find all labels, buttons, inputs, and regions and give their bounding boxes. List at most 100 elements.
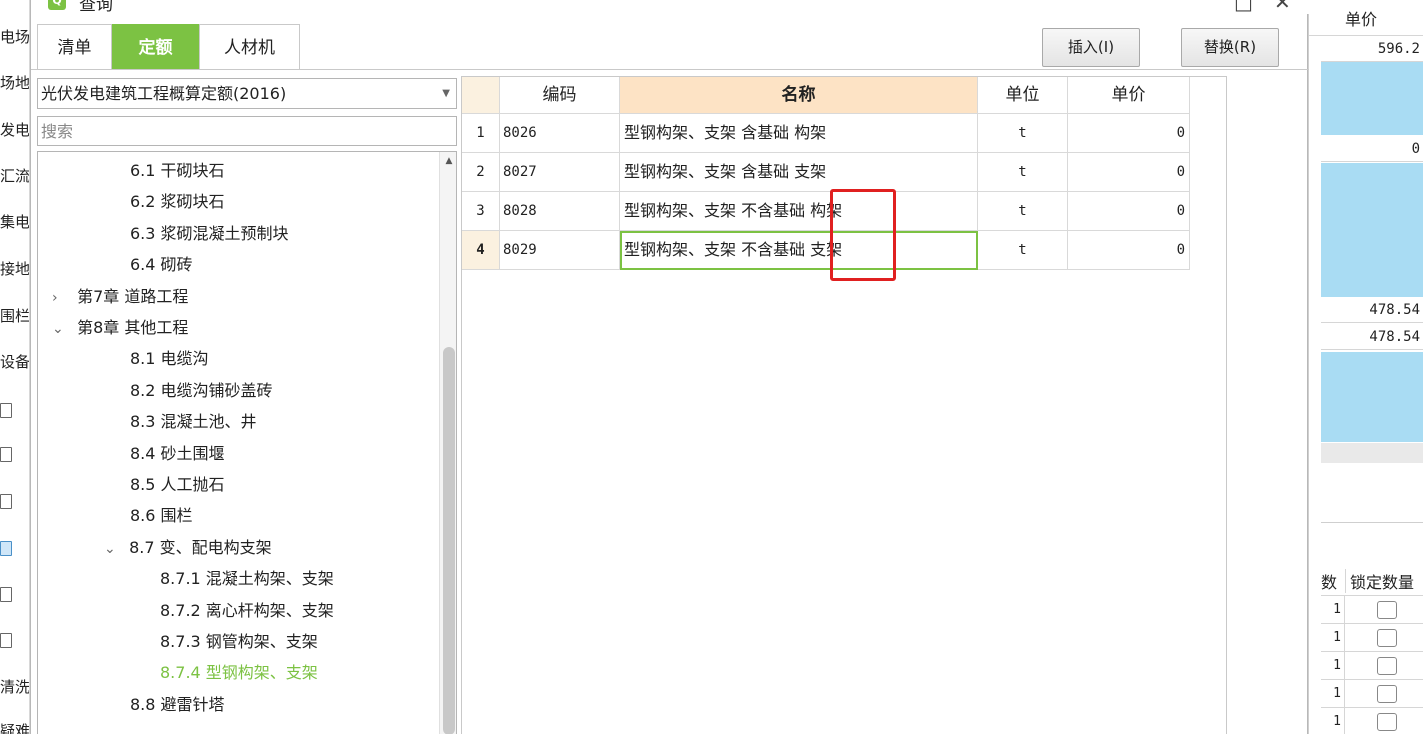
lock-checkbox[interactable] <box>1377 685 1397 703</box>
tree-node-label: 8.7.3 钢管构架、支架 <box>160 632 318 651</box>
close-icon[interactable]: ✕ <box>1274 0 1291 14</box>
grid-cell-price[interactable]: 0 <box>1068 114 1190 153</box>
grid-cell-price[interactable]: 0 <box>1068 153 1190 192</box>
grid-header-rownum <box>462 77 500 114</box>
lock-row: 1 <box>1321 624 1423 652</box>
chevron-down-icon[interactable]: ⌄ <box>104 535 124 563</box>
grid-cell-rownum[interactable]: 3 <box>462 192 500 231</box>
tree-node[interactable]: ⌄ 8.7 变、配电构支架 <box>104 534 272 562</box>
replace-button[interactable]: 替换(R) <box>1181 28 1279 67</box>
grid-cell-name[interactable]: 型钢构架、支架 含基础 构架 <box>620 114 978 153</box>
lock-row: 1 <box>1321 708 1423 734</box>
tree-node-label: 8.4 砂土围堰 <box>130 443 225 463</box>
tree-node[interactable]: 8.7.1 混凝土构架、支架 <box>160 565 334 593</box>
right-price-header: 单价 <box>1345 10 1378 29</box>
tree-node[interactable]: 6.4 砌砖 <box>130 251 193 279</box>
tree-node-label: 8.6 围栏 <box>130 506 193 526</box>
grid-cell-code[interactable]: 8029 <box>500 231 620 270</box>
tab-quota[interactable]: 定额 <box>112 24 199 70</box>
grid-cell-rownum[interactable]: 1 <box>462 114 500 153</box>
tree-node-label: 6.4 砌砖 <box>130 255 193 275</box>
grid-cell-price[interactable]: 0 <box>1068 192 1190 231</box>
tree-node[interactable]: 6.1 干砌块石 <box>130 157 225 185</box>
tree-node[interactable]: 8.7.3 钢管构架、支架 <box>160 628 318 656</box>
lock-checkbox[interactable] <box>1377 713 1397 731</box>
lock-row: 1 <box>1321 680 1423 708</box>
quota-library-select[interactable]: 光伏发电建筑工程概算定额(2016) ▼ <box>37 78 457 109</box>
grid-cell-unit[interactable]: t <box>978 153 1068 192</box>
grid-header-name[interactable]: 名称 <box>620 77 978 114</box>
right-blue-block <box>1321 62 1423 135</box>
grid-cell-code[interactable]: 8027 <box>500 153 620 192</box>
app-logo-icon: Q <box>48 0 66 10</box>
right-value-cell: 0 <box>1321 137 1423 162</box>
tab-bill[interactable]: 清单 <box>37 24 112 70</box>
chevron-down-icon[interactable]: ⌄ <box>52 315 72 343</box>
grid-header-price[interactable]: 单价 <box>1068 77 1190 114</box>
tree-node[interactable]: 8.5 人工抛石 <box>130 471 225 499</box>
document-icon <box>0 587 12 602</box>
scroll-up-arrow-icon[interactable]: ▲ <box>442 154 456 168</box>
grid-header-code[interactable]: 编码 <box>500 77 620 114</box>
grid-cell-name[interactable]: 型钢构架、支架 含基础 支架 <box>620 153 978 192</box>
tree-node[interactable]: 6.3 浆砌混凝土预制块 <box>130 220 289 248</box>
tree-node[interactable]: 8.8 避雷针塔 <box>130 691 225 719</box>
tree-node-label: 8.7.2 离心杆构架、支架 <box>160 600 334 620</box>
tree-node[interactable]: 8.2 电缆沟铺砂盖砖 <box>130 377 273 405</box>
tree-node-label: 6.3 浆砌混凝土预制块 <box>130 223 289 243</box>
quota-grid: 编码 名称 单位 单价 1 8026 型钢构架、支架 含基础 构架 t 0 2 8027 型钢… <box>461 76 1227 734</box>
tree-node[interactable]: 8.7.4 型钢构架、支架 <box>160 659 318 687</box>
maximize-icon[interactable]: □ <box>1234 0 1253 14</box>
tree-node[interactable]: ⌄ 第8章 其他工程 <box>52 314 188 342</box>
red-highlight-box <box>830 189 896 281</box>
tree-node[interactable]: 8.3 混凝土池、井 <box>130 408 257 436</box>
tree-node[interactable]: › 第7章 道路工程 <box>52 283 188 311</box>
background-nav-item[interactable]: 集电 <box>0 211 29 232</box>
grid-cell-name[interactable]: 型钢构架、支架 不含基础 构架 <box>620 192 978 231</box>
background-nav-item[interactable]: 围栏 <box>0 305 29 326</box>
chapter-tree: 6.1 干砌块石 6.2 浆砌块石 6.3 浆砌混凝土预制块 6.4 砌砖 › 第7章 … <box>37 151 457 734</box>
background-nav-item[interactable]: 接地 <box>0 258 29 279</box>
tab-labor-material-machine[interactable]: 人材机 <box>199 24 300 70</box>
insert-button[interactable]: 插入(I) <box>1042 28 1140 67</box>
search-input[interactable] <box>37 116 457 146</box>
document-icon <box>0 494 12 509</box>
tree-scrollbar[interactable]: ▲ <box>439 152 456 734</box>
lock-checkbox[interactable] <box>1377 601 1397 619</box>
lock-checkbox[interactable] <box>1377 657 1397 675</box>
tree-node-label: 8.7 变、配电构支架 <box>129 537 272 557</box>
grid-cell-rownum[interactable]: 4 <box>462 231 500 270</box>
background-nav-item[interactable]: 汇流 <box>0 165 29 186</box>
tree-node[interactable]: 6.2 浆砌块石 <box>130 188 225 216</box>
tree-node-label: 8.3 混凝土池、井 <box>130 412 257 432</box>
grid-cell-rownum[interactable]: 2 <box>462 153 500 192</box>
lock-checkbox[interactable] <box>1377 629 1397 647</box>
document-icon <box>0 633 12 648</box>
chevron-right-icon[interactable]: › <box>52 284 72 312</box>
scroll-thumb[interactable] <box>443 347 455 734</box>
grid-cell-unit[interactable]: t <box>978 192 1068 231</box>
background-nav-item[interactable]: 发电 <box>0 119 29 140</box>
grid-cell-code[interactable]: 8026 <box>500 114 620 153</box>
background-nav-item[interactable]: 电场工 <box>0 26 29 47</box>
document-icon <box>0 403 12 418</box>
quota-library-value: 光伏发电建筑工程概算定额(2016) <box>41 84 287 103</box>
tree-node[interactable]: 8.6 围栏 <box>130 502 193 530</box>
grid-header-unit[interactable]: 单位 <box>978 77 1068 114</box>
grid-cell-code[interactable]: 8028 <box>500 192 620 231</box>
grid-cell-price[interactable]: 0 <box>1068 231 1190 270</box>
tree-node-label: 8.7.4 型钢构架、支架 <box>160 663 318 683</box>
background-nav-item[interactable]: 清洗 <box>0 676 29 697</box>
background-nav-item[interactable]: 场地 <box>0 72 29 93</box>
grid-cell-unit[interactable]: t <box>978 114 1068 153</box>
background-nav-item[interactable]: 设备 <box>0 351 29 372</box>
background-nav-item[interactable]: 疑难 <box>0 720 29 734</box>
tree-node-label: 8.8 避雷针塔 <box>130 694 225 714</box>
grid-cell-unit[interactable]: t <box>978 231 1068 270</box>
tree-node-label: 第8章 其他工程 <box>77 318 189 337</box>
lock-row: 1 <box>1321 652 1423 680</box>
grid-cell-name[interactable]: 型钢构架、支架 不含基础 支架 <box>620 231 978 270</box>
tree-node[interactable]: 8.4 砂土围堰 <box>130 440 225 468</box>
tree-node[interactable]: 8.7.2 离心杆构架、支架 <box>160 597 334 625</box>
tree-node[interactable]: 8.1 电缆沟 <box>130 345 209 373</box>
